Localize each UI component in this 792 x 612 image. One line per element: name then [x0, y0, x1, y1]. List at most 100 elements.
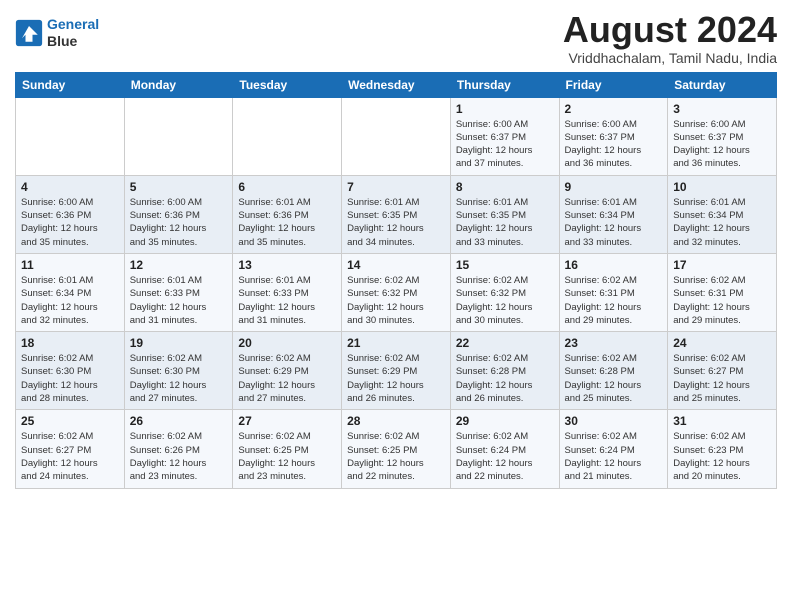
day-info: Sunrise: 6:02 AM Sunset: 6:25 PM Dayligh… — [238, 430, 336, 483]
calendar-cell: 11 Sunrise: 6:01 AM Sunset: 6:34 PM Dayli… — [16, 253, 125, 331]
day-number: 1 — [456, 102, 554, 116]
day-info: Sunrise: 6:01 AM Sunset: 6:35 PM Dayligh… — [456, 196, 554, 249]
day-number: 6 — [238, 180, 336, 194]
day-number: 13 — [238, 258, 336, 272]
day-info: Sunrise: 6:01 AM Sunset: 6:33 PM Dayligh… — [130, 274, 228, 327]
day-info: Sunrise: 6:00 AM Sunset: 6:36 PM Dayligh… — [130, 196, 228, 249]
day-number: 10 — [673, 180, 771, 194]
calendar-table: SundayMondayTuesdayWednesdayThursdayFrid… — [15, 72, 777, 489]
day-number: 16 — [565, 258, 663, 272]
day-info: Sunrise: 6:02 AM Sunset: 6:27 PM Dayligh… — [673, 352, 771, 405]
calendar-cell: 4 Sunrise: 6:00 AM Sunset: 6:36 PM Daylig… — [16, 175, 125, 253]
day-number: 25 — [21, 414, 119, 428]
weekday-header-cell: Wednesday — [342, 72, 451, 97]
calendar-cell — [124, 97, 233, 175]
logo-icon — [15, 19, 43, 47]
calendar-cell: 10 Sunrise: 6:01 AM Sunset: 6:34 PM Dayli… — [668, 175, 777, 253]
day-number: 29 — [456, 414, 554, 428]
day-number: 2 — [565, 102, 663, 116]
day-info: Sunrise: 6:02 AM Sunset: 6:24 PM Dayligh… — [565, 430, 663, 483]
day-number: 15 — [456, 258, 554, 272]
day-number: 11 — [21, 258, 119, 272]
calendar-cell: 21 Sunrise: 6:02 AM Sunset: 6:29 PM Dayli… — [342, 332, 451, 410]
day-info: Sunrise: 6:02 AM Sunset: 6:27 PM Dayligh… — [21, 430, 119, 483]
calendar-subtitle: Vriddhachalam, Tamil Nadu, India — [563, 50, 777, 66]
day-number: 27 — [238, 414, 336, 428]
day-number: 5 — [130, 180, 228, 194]
calendar-cell: 18 Sunrise: 6:02 AM Sunset: 6:30 PM Dayli… — [16, 332, 125, 410]
day-info: Sunrise: 6:02 AM Sunset: 6:31 PM Dayligh… — [673, 274, 771, 327]
weekday-header-cell: Saturday — [668, 72, 777, 97]
day-info: Sunrise: 6:02 AM Sunset: 6:30 PM Dayligh… — [130, 352, 228, 405]
calendar-cell: 24 Sunrise: 6:02 AM Sunset: 6:27 PM Dayli… — [668, 332, 777, 410]
calendar-title: August 2024 — [563, 10, 777, 50]
calendar-cell: 8 Sunrise: 6:01 AM Sunset: 6:35 PM Daylig… — [450, 175, 559, 253]
calendar-cell: 28Sunrise: 6:02 AM Sunset: 6:25 PM Dayli… — [342, 410, 451, 488]
day-info: Sunrise: 6:02 AM Sunset: 6:29 PM Dayligh… — [238, 352, 336, 405]
day-number: 26 — [130, 414, 228, 428]
day-info: Sunrise: 6:00 AM Sunset: 6:36 PM Dayligh… — [21, 196, 119, 249]
calendar-cell: 9 Sunrise: 6:01 AM Sunset: 6:34 PM Daylig… — [559, 175, 668, 253]
day-number: 17 — [673, 258, 771, 272]
calendar-week-row: 25 Sunrise: 6:02 AM Sunset: 6:27 PM Dayli… — [16, 410, 777, 488]
calendar-cell: 13 Sunrise: 6:01 AM Sunset: 6:33 PM Dayli… — [233, 253, 342, 331]
logo: General Blue — [15, 16, 99, 50]
weekday-header-cell: Friday — [559, 72, 668, 97]
calendar-cell — [342, 97, 451, 175]
day-number: 18 — [21, 336, 119, 350]
day-number: 28 — [347, 414, 445, 428]
day-info: Sunrise: 6:01 AM Sunset: 6:33 PM Dayligh… — [238, 274, 336, 327]
logo-text: General Blue — [47, 16, 99, 50]
calendar-cell: 3Sunrise: 6:00 AM Sunset: 6:37 PM Daylig… — [668, 97, 777, 175]
day-info: Sunrise: 6:02 AM Sunset: 6:28 PM Dayligh… — [456, 352, 554, 405]
day-number: 14 — [347, 258, 445, 272]
calendar-cell — [16, 97, 125, 175]
day-number: 31 — [673, 414, 771, 428]
calendar-cell: 27 Sunrise: 6:02 AM Sunset: 6:25 PM Dayli… — [233, 410, 342, 488]
day-info: Sunrise: 6:02 AM Sunset: 6:30 PM Dayligh… — [21, 352, 119, 405]
day-info: Sunrise: 6:02 AM Sunset: 6:26 PM Dayligh… — [130, 430, 228, 483]
day-number: 24 — [673, 336, 771, 350]
weekday-header-row: SundayMondayTuesdayWednesdayThursdayFrid… — [16, 72, 777, 97]
day-info: Sunrise: 6:01 AM Sunset: 6:34 PM Dayligh… — [21, 274, 119, 327]
day-info: Sunrise: 6:00 AM Sunset: 6:37 PM Dayligh… — [456, 118, 554, 171]
day-info: Sunrise: 6:02 AM Sunset: 6:24 PM Dayligh… — [456, 430, 554, 483]
weekday-header-cell: Thursday — [450, 72, 559, 97]
calendar-week-row: 1 Sunrise: 6:00 AM Sunset: 6:37 PM Daylig… — [16, 97, 777, 175]
calendar-cell: 20 Sunrise: 6:02 AM Sunset: 6:29 PM Dayli… — [233, 332, 342, 410]
day-number: 4 — [21, 180, 119, 194]
day-number: 21 — [347, 336, 445, 350]
day-info: Sunrise: 6:02 AM Sunset: 6:29 PM Dayligh… — [347, 352, 445, 405]
calendar-cell: 26 Sunrise: 6:02 AM Sunset: 6:26 PM Dayli… — [124, 410, 233, 488]
calendar-cell: 30 Sunrise: 6:02 AM Sunset: 6:24 PM Dayli… — [559, 410, 668, 488]
calendar-cell: 31Sunrise: 6:02 AM Sunset: 6:23 PM Dayli… — [668, 410, 777, 488]
day-number: 8 — [456, 180, 554, 194]
day-info: Sunrise: 6:01 AM Sunset: 6:34 PM Dayligh… — [673, 196, 771, 249]
day-number: 7 — [347, 180, 445, 194]
calendar-cell: 1 Sunrise: 6:00 AM Sunset: 6:37 PM Daylig… — [450, 97, 559, 175]
day-info: Sunrise: 6:00 AM Sunset: 6:37 PM Dayligh… — [565, 118, 663, 171]
day-number: 30 — [565, 414, 663, 428]
calendar-cell: 15Sunrise: 6:02 AM Sunset: 6:32 PM Dayli… — [450, 253, 559, 331]
calendar-cell: 29 Sunrise: 6:02 AM Sunset: 6:24 PM Dayli… — [450, 410, 559, 488]
calendar-cell: 17 Sunrise: 6:02 AM Sunset: 6:31 PM Dayli… — [668, 253, 777, 331]
day-info: Sunrise: 6:01 AM Sunset: 6:36 PM Dayligh… — [238, 196, 336, 249]
day-number: 9 — [565, 180, 663, 194]
day-info: Sunrise: 6:01 AM Sunset: 6:34 PM Dayligh… — [565, 196, 663, 249]
weekday-header-cell: Monday — [124, 72, 233, 97]
calendar-body: 1 Sunrise: 6:00 AM Sunset: 6:37 PM Daylig… — [16, 97, 777, 488]
day-number: 19 — [130, 336, 228, 350]
weekday-header-cell: Tuesday — [233, 72, 342, 97]
day-info: Sunrise: 6:02 AM Sunset: 6:32 PM Dayligh… — [347, 274, 445, 327]
calendar-cell: 25 Sunrise: 6:02 AM Sunset: 6:27 PM Dayli… — [16, 410, 125, 488]
title-area: August 2024 Vriddhachalam, Tamil Nadu, I… — [563, 10, 777, 66]
day-info: Sunrise: 6:02 AM Sunset: 6:28 PM Dayligh… — [565, 352, 663, 405]
calendar-cell: 5 Sunrise: 6:00 AM Sunset: 6:36 PM Daylig… — [124, 175, 233, 253]
calendar-week-row: 4 Sunrise: 6:00 AM Sunset: 6:36 PM Daylig… — [16, 175, 777, 253]
calendar-cell: 6 Sunrise: 6:01 AM Sunset: 6:36 PM Daylig… — [233, 175, 342, 253]
calendar-cell: 23 Sunrise: 6:02 AM Sunset: 6:28 PM Dayli… — [559, 332, 668, 410]
calendar-cell: 22Sunrise: 6:02 AM Sunset: 6:28 PM Dayli… — [450, 332, 559, 410]
day-number: 23 — [565, 336, 663, 350]
day-number: 20 — [238, 336, 336, 350]
day-number: 12 — [130, 258, 228, 272]
